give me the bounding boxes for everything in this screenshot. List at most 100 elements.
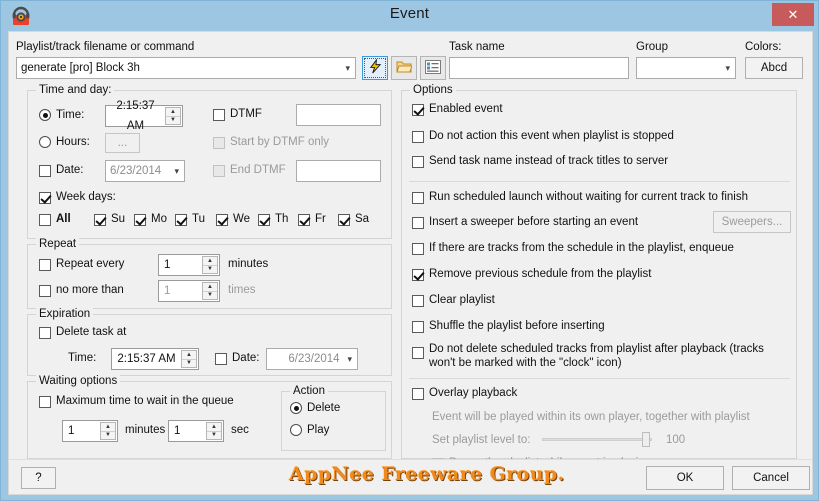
dtmf-checkbox[interactable]: DTMF [213, 108, 262, 121]
option-enqueue-tracks[interactable]: If there are tracks from the schedule in… [412, 242, 734, 255]
option-insert-sweeper[interactable]: Insert a sweeper before starting an even… [412, 216, 638, 229]
hours-browse-button[interactable]: ... [105, 133, 140, 153]
day-checkbox-th[interactable]: Th [258, 213, 288, 226]
expiration-time-spinner[interactable]: 2:15:37 AM ▲ ▼ [111, 348, 199, 370]
radio-on-icon [39, 109, 51, 121]
day-checkbox-sa[interactable]: Sa [338, 213, 369, 226]
open-folder-button[interactable] [391, 56, 417, 80]
spinner-arrows[interactable]: ▲ ▼ [165, 107, 181, 125]
lightning-icon-button[interactable] [362, 56, 388, 80]
expiration-title: Expiration [36, 308, 94, 320]
group-combo[interactable]: ▾ [636, 57, 736, 79]
spinner-down-icon[interactable]: ▼ [182, 360, 196, 368]
spinner-arrows[interactable]: ▲ ▼ [181, 350, 197, 368]
option-run-without-waiting[interactable]: Run scheduled launch without waiting for… [412, 191, 748, 204]
hours-radio[interactable]: Hours: [39, 136, 90, 148]
date-checkbox[interactable]: Date: [39, 164, 84, 177]
task-name-input[interactable] [449, 57, 629, 79]
end-dtmf-input[interactable] [296, 160, 381, 182]
dtmf-input[interactable] [296, 104, 381, 126]
time-and-day-title: Time and day: [36, 84, 115, 96]
date-value: 6/23/2014 [110, 165, 162, 177]
option-remove-previous-schedule[interactable]: Remove previous schedule from the playli… [412, 268, 651, 281]
checkbox-icon [39, 396, 51, 408]
spinner-up-icon[interactable]: ▲ [203, 283, 217, 292]
all-days-checkbox[interactable]: All [39, 213, 71, 226]
playlist-combo[interactable]: generate [pro] Block 3h ▾ [16, 57, 356, 79]
help-button[interactable]: ? [21, 467, 56, 489]
end-dtmf-checkbox[interactable]: End DTMF [213, 164, 286, 177]
chevron-down-icon: ▾ [174, 166, 179, 176]
repeat-every-checkbox[interactable]: Repeat every [39, 258, 124, 271]
no-more-than-value: 1 [164, 285, 171, 297]
option-send-task-name[interactable]: Send task name instead of track titles t… [412, 155, 668, 168]
wait-sec-spinner[interactable]: 1 ▲ ▼ [168, 420, 224, 442]
spinner-arrows[interactable]: ▲ ▼ [202, 256, 218, 274]
spinner-down-icon[interactable]: ▼ [101, 432, 115, 440]
no-more-than-checkbox[interactable]: no more than [39, 284, 124, 297]
task-name-label: Task name [449, 41, 505, 53]
checkbox-checked-icon [338, 214, 350, 226]
sweepers-button[interactable]: Sweepers... [713, 211, 791, 233]
spinner-up-icon[interactable]: ▲ [182, 351, 196, 360]
expiration-date-combo[interactable]: 6/23/2014 ▾ [266, 348, 358, 370]
option-do-not-delete-scheduled[interactable]: Do not delete scheduled tracks from play… [412, 342, 792, 370]
slider-thumb[interactable] [642, 432, 650, 447]
spinner-down-icon[interactable]: ▼ [207, 432, 221, 440]
spinner-down-icon[interactable]: ▼ [166, 117, 180, 125]
start-by-dtmf-only-checkbox[interactable]: Start by DTMF only [213, 136, 329, 149]
all-days-label: All [56, 213, 71, 225]
start-by-dtmf-only-label: Start by DTMF only [230, 136, 330, 148]
option-enabled-event[interactable]: Enabled event [412, 103, 503, 116]
event-dialog-window: Event ✕ Playlist/track filename or comma… [0, 0, 819, 501]
title-bar: Event ✕ [1, 1, 818, 30]
time-spinner[interactable]: 2:15:37 AM ▲ ▼ [105, 100, 183, 132]
option-shuffle-playlist[interactable]: Shuffle the playlist before inserting [412, 320, 605, 333]
overlay-hint: Event will be played within its own play… [432, 411, 750, 423]
spinner-arrows[interactable]: ▲ ▼ [206, 422, 222, 440]
option-do-not-action-when-stopped[interactable]: Do not action this event when playlist i… [412, 130, 674, 143]
ok-button[interactable]: OK [646, 466, 724, 490]
repeat-every-spinner[interactable]: 1 ▲ ▼ [158, 254, 220, 276]
option-label: Shuffle the playlist before inserting [429, 320, 605, 332]
spinner-up-icon[interactable]: ▲ [101, 423, 115, 432]
spinner-down-icon[interactable]: ▼ [203, 292, 217, 300]
no-more-than-spinner[interactable]: 1 ▲ ▼ [158, 280, 220, 302]
options-group: Options Enabled event Do not action this… [401, 84, 797, 470]
day-checkbox-fr[interactable]: Fr [298, 213, 326, 226]
action-radio-delete[interactable]: Delete [290, 402, 340, 414]
expiration-date-checkbox[interactable]: Date: [215, 352, 260, 365]
time-radio[interactable]: Time: [39, 109, 84, 121]
playlist-level-slider[interactable] [542, 431, 652, 447]
day-checkbox-su[interactable]: Su [94, 213, 125, 226]
max-wait-checkbox[interactable]: Maximum time to wait in the queue [39, 395, 234, 408]
day-checkbox-we[interactable]: We [216, 213, 250, 226]
day-checkbox-mo[interactable]: Mo [134, 213, 167, 226]
checkbox-checked-icon [216, 214, 228, 226]
spinner-up-icon[interactable]: ▲ [207, 423, 221, 432]
close-button[interactable]: ✕ [772, 3, 814, 26]
option-clear-playlist[interactable]: Clear playlist [412, 294, 495, 307]
spinner-down-icon[interactable]: ▼ [203, 266, 217, 274]
checkbox-icon [412, 131, 424, 143]
time-radio-label: Time: [56, 109, 85, 121]
week-days-checkbox[interactable]: Week days: [39, 191, 116, 204]
spinner-up-icon[interactable]: ▲ [203, 257, 217, 266]
wait-minutes-spinner[interactable]: 1 ▲ ▼ [62, 420, 118, 442]
option-overlay-playback[interactable]: Overlay playback [412, 387, 517, 400]
date-combo[interactable]: 6/23/2014 ▾ [105, 160, 185, 182]
day-checkbox-tu[interactable]: Tu [175, 213, 205, 226]
slider-track [542, 438, 652, 441]
chevron-down-icon: ▾ [345, 63, 350, 73]
action-radio-play[interactable]: Play [290, 424, 329, 436]
spinner-up-icon[interactable]: ▲ [166, 108, 180, 117]
list-button[interactable] [420, 56, 446, 80]
colors-button[interactable]: Abcd [745, 57, 803, 79]
overlay-playback-label: Overlay playback [429, 387, 518, 399]
checkbox-icon [412, 217, 424, 229]
week-days-label: Week days: [56, 191, 116, 203]
spinner-arrows[interactable]: ▲ ▼ [202, 282, 218, 300]
spinner-arrows[interactable]: ▲ ▼ [100, 422, 116, 440]
cancel-button[interactable]: Cancel [732, 466, 810, 490]
delete-task-at-checkbox[interactable]: Delete task at [39, 326, 126, 339]
